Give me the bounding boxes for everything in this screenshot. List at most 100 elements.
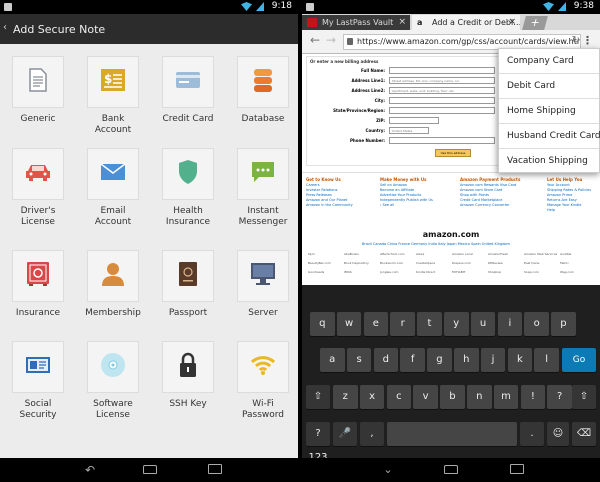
subsidiary-link[interactable]: 6pm bbox=[308, 252, 315, 256]
subsidiary-link[interactable]: Junglee.com bbox=[380, 270, 398, 274]
key[interactable]: j bbox=[480, 348, 506, 372]
key[interactable]: o bbox=[524, 312, 549, 336]
footer-link[interactable]: › See all bbox=[380, 203, 455, 208]
key[interactable]: a bbox=[320, 348, 345, 372]
key[interactable]: z bbox=[333, 385, 358, 409]
form-field-input[interactable] bbox=[389, 117, 439, 124]
key[interactable]: l bbox=[534, 348, 559, 372]
use-address-button[interactable]: Use this address bbox=[435, 149, 471, 157]
note-type-tile[interactable]: Database bbox=[226, 56, 298, 125]
dropdown-item[interactable]: Home Shipping bbox=[499, 99, 599, 124]
new-tab-button[interactable]: + bbox=[522, 16, 548, 30]
note-type-tile[interactable]: Membership bbox=[76, 250, 150, 319]
key[interactable]: c bbox=[386, 385, 412, 409]
form-field-input[interactable]: United States bbox=[389, 127, 429, 134]
note-type-tile[interactable]: Software License bbox=[76, 341, 150, 421]
key[interactable]: x bbox=[359, 385, 385, 409]
key[interactable]: y bbox=[444, 312, 469, 336]
subsidiary-link[interactable]: Goodreads bbox=[308, 270, 324, 274]
tab-close-icon[interactable]: × bbox=[398, 15, 406, 30]
subsidiary-link[interactable]: CreateSpace bbox=[416, 261, 435, 265]
form-field-input[interactable] bbox=[389, 67, 495, 74]
subsidiary-link[interactable]: Kindle Direct bbox=[416, 270, 435, 274]
symbols-key[interactable]: ?123 bbox=[306, 422, 330, 463]
subsidiary-link[interactable]: Alexa bbox=[416, 252, 424, 256]
dropdown-item[interactable]: Husband Credit Card bbox=[499, 124, 600, 149]
subsidiary-link[interactable]: MYHABIT bbox=[452, 270, 466, 274]
subsidiary-link[interactable]: Book Depository bbox=[344, 261, 369, 265]
dropdown-item[interactable]: Company Card bbox=[499, 49, 599, 74]
reload-icon[interactable]: ↻ bbox=[572, 35, 580, 46]
form-field-input[interactable] bbox=[389, 97, 495, 104]
note-type-tile[interactable]: Credit Card bbox=[151, 56, 225, 125]
key[interactable]: t bbox=[417, 312, 442, 336]
nav-recents-icon[interactable] bbox=[205, 464, 225, 476]
back-arrow-icon[interactable]: ← bbox=[310, 33, 320, 47]
key[interactable]: v bbox=[413, 385, 438, 409]
key[interactable]: p bbox=[551, 312, 576, 336]
subsidiary-link[interactable]: AfterSchool.com bbox=[380, 252, 405, 256]
note-type-tile[interactable]: Driver's License bbox=[1, 148, 75, 228]
country-links[interactable]: Brazil Canada China France Germany India… bbox=[362, 242, 510, 246]
note-type-tile[interactable]: Wi-Fi Password bbox=[226, 341, 298, 421]
nav-home-icon[interactable] bbox=[140, 464, 160, 476]
dropdown-item[interactable]: Vacation Shipping bbox=[499, 149, 599, 174]
form-field-input[interactable] bbox=[389, 137, 495, 144]
nav-back-icon[interactable]: ↶ bbox=[80, 464, 100, 476]
note-type-tile[interactable]: Server bbox=[226, 250, 298, 319]
key[interactable]: b bbox=[440, 385, 465, 409]
key[interactable]: i bbox=[497, 312, 523, 336]
subsidiary-link[interactable]: DPReview bbox=[488, 261, 503, 265]
key[interactable]: g bbox=[427, 348, 452, 372]
key[interactable]: k bbox=[507, 348, 533, 372]
subsidiary-link[interactable]: Audible bbox=[560, 252, 571, 256]
forward-arrow-icon[interactable]: → bbox=[326, 33, 336, 47]
form-field-input[interactable]: Street address, P.O. box, company name, … bbox=[389, 77, 495, 84]
form-field-input[interactable] bbox=[389, 107, 495, 114]
subsidiary-link[interactable]: IMDb bbox=[344, 270, 352, 274]
footer-link[interactable]: Amazon Currency Converter bbox=[460, 203, 535, 208]
subsidiary-link[interactable]: East Dane bbox=[524, 261, 539, 265]
shift-key-icon[interactable]: ⇧ bbox=[306, 385, 330, 409]
note-type-tile[interactable]: Email Account bbox=[76, 148, 150, 228]
form-field-input[interactable]: Apartment, suite, unit, building, floor,… bbox=[389, 87, 495, 94]
note-type-tile[interactable]: Passport bbox=[151, 250, 225, 319]
page-title[interactable]: Add Secure Note bbox=[13, 23, 105, 36]
subsidiary-link[interactable]: BeautyBar.com bbox=[308, 261, 331, 265]
back-chevron-icon[interactable]: ‹ bbox=[3, 22, 7, 33]
note-type-tile[interactable]: Social Security bbox=[1, 341, 75, 421]
dropdown-item[interactable]: Debit Card bbox=[499, 74, 599, 99]
subsidiary-link[interactable]: AbeBooks bbox=[344, 252, 359, 256]
subsidiary-link[interactable]: Amazon Local bbox=[452, 252, 473, 256]
key[interactable]: r bbox=[390, 312, 415, 336]
subsidiary-link[interactable]: Shopbop bbox=[488, 270, 501, 274]
subsidiary-link[interactable]: Fabric bbox=[560, 261, 569, 265]
key[interactable]: q bbox=[310, 312, 335, 336]
key[interactable]: s bbox=[346, 348, 372, 372]
subsidiary-link[interactable]: Diapers.com bbox=[452, 261, 471, 265]
comma-key[interactable]: , bbox=[360, 422, 384, 446]
microphone-icon[interactable]: 🎤 bbox=[333, 422, 357, 446]
nav-hide-keyboard-icon[interactable]: ⌄ bbox=[378, 464, 398, 476]
footer-link[interactable]: Amazon in the Community bbox=[306, 203, 381, 208]
key[interactable]: m bbox=[493, 385, 519, 409]
note-type-tile[interactable]: Insurance bbox=[1, 250, 75, 319]
subsidiary-link[interactable]: Wag.com bbox=[560, 270, 574, 274]
go-key[interactable]: Go bbox=[562, 348, 596, 372]
nav-home-icon[interactable] bbox=[441, 464, 461, 476]
tab-amazon-card[interactable]: a Add a Credit or Debi… × bbox=[412, 15, 520, 30]
key[interactable]: u bbox=[470, 312, 496, 336]
key[interactable]: n bbox=[467, 385, 492, 409]
amazon-logo[interactable]: amazon.com bbox=[302, 230, 600, 239]
note-type-tile[interactable]: Generic bbox=[1, 56, 75, 125]
period-key[interactable]: . bbox=[520, 422, 544, 446]
subsidiary-link[interactable]: Bookworm.com bbox=[380, 261, 403, 265]
shift-key-icon[interactable]: ⇧ bbox=[572, 385, 596, 409]
subsidiary-link[interactable]: Soap.com bbox=[524, 270, 539, 274]
tab-lastpass-vault[interactable]: My LastPass Vault × bbox=[302, 15, 410, 30]
subsidiary-link[interactable]: AmazonFresh bbox=[488, 252, 508, 256]
smiley-icon[interactable]: ☺ bbox=[547, 422, 569, 446]
key[interactable]: ! bbox=[520, 385, 546, 409]
key[interactable]: w bbox=[336, 312, 362, 336]
key[interactable]: ? bbox=[547, 385, 572, 409]
